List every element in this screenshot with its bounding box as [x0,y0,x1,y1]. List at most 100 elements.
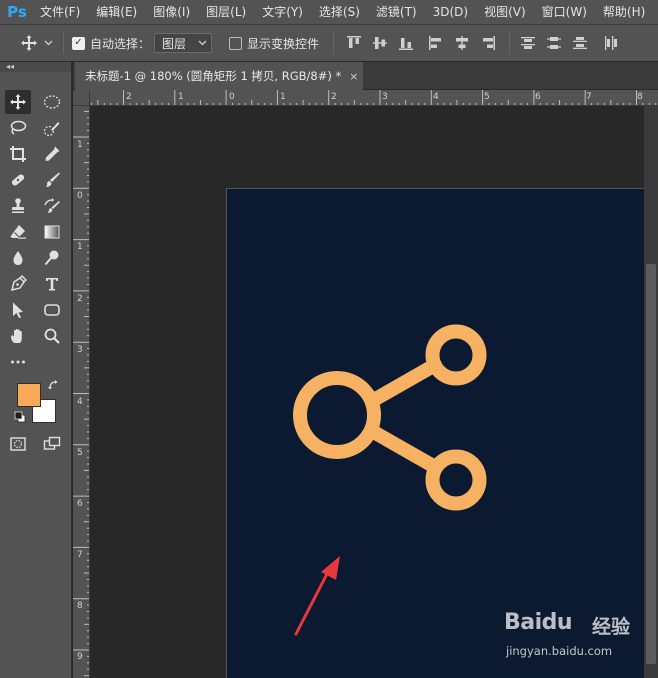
lasso-tool-button[interactable] [5,116,31,140]
auto-select-checkbox[interactable]: ✓ [72,36,85,50]
options-bar: ✓ 自动选择： 图层 显示变换控件 [0,24,658,62]
water-drop-icon [13,251,23,265]
dodge-tool-button[interactable] [39,246,65,270]
auto-select-label: 自动选择： [90,36,151,51]
blur-tool-button[interactable] [5,246,31,270]
screen-mode-button[interactable] [39,432,65,456]
document-tab[interactable]: 未标题-1 @ 180% (圆角矩形 1 拷贝, RGB/8#) * × [75,62,363,90]
ruler-origin[interactable] [73,90,90,106]
ruler-v-label: 1 [77,140,83,150]
ruler-v-label: 5 [77,448,83,458]
annotation-arrow-icon [294,556,340,636]
distribute-top-edges-icon[interactable] [520,35,536,51]
hand-icon [11,329,22,343]
ruler-h-label: 4 [433,92,439,102]
menu-filter[interactable]: 滤镜(T) [368,0,425,24]
auto-select-target-dropdown[interactable]: 图层 [154,33,213,53]
chevron-down-icon [198,40,207,46]
gradient-icon [44,225,60,239]
baidu-watermark: Baidu 经验 jingyan.baidu.com [504,608,654,668]
lasso-icon [10,120,27,135]
menu-layer[interactable]: 图层(L) [198,0,254,24]
quick-mask-button[interactable] [5,432,31,456]
close-icon[interactable]: × [349,70,358,83]
quick-mask-icon [10,437,26,451]
eraser-icon [10,225,26,239]
ruler-h-label: 0 [229,92,235,102]
horizontal-ruler[interactable]: 2 1 0 1 2 3 4 5 6 7 8 [90,90,658,106]
ellipse-marquee-icon [43,95,61,109]
hand-tool-button[interactable] [5,324,31,348]
tool-preset-chevron-down-icon[interactable] [44,40,53,46]
eraser-tool-button[interactable] [5,220,31,244]
pen-tool-button[interactable] [5,272,31,296]
align-top-edges-icon[interactable] [346,35,362,51]
elliptical-marquee-tool-button[interactable] [39,90,65,114]
move-tool-icon[interactable] [20,34,38,52]
ruler-v-label: 4 [77,397,83,407]
menu-edit[interactable]: 编辑(E) [88,0,145,24]
history-brush-icon [44,198,60,213]
screen-mode-icon [43,436,61,450]
eyedropper-tool-button[interactable] [39,142,65,166]
watermark-brand: Baidu [504,610,573,635]
align-vertical-centers-icon[interactable] [372,35,388,51]
menu-type[interactable]: 文字(Y) [254,0,311,24]
edit-toolbar-button[interactable] [5,350,31,374]
gradient-tool-button[interactable] [39,220,65,244]
move-icon [10,94,26,110]
align-left-edges-icon[interactable] [428,35,444,51]
canvas-workspace[interactable] [90,106,644,678]
cursor-arrow-icon [13,302,23,318]
options-divider [63,32,64,54]
menu-bar: Ps 文件(F) 编辑(E) 图像(I) 图层(L) 文字(Y) 选择(S) 滤… [0,0,658,24]
show-transform-label: 显示变换控件 [247,36,320,51]
menu-image[interactable]: 图像(I) [145,0,198,24]
history-brush-tool-button[interactable] [39,194,65,218]
spot-healing-brush-tool-button[interactable] [5,168,31,192]
menu-3d[interactable]: 3D(D) [425,0,476,24]
ruler-v-label: 8 [77,601,83,611]
options-divider [333,32,335,54]
pen-icon [10,275,27,292]
clone-stamp-tool-button[interactable] [5,194,31,218]
collapse-panel-icon[interactable]: ◂◂ [0,62,71,72]
type-tool-button[interactable] [39,272,65,296]
path-selection-tool-button[interactable] [5,298,31,322]
scrollbar-thumb[interactable] [646,264,656,664]
vertical-ruler[interactable]: 1 0 1 2 3 4 5 6 7 8 9 [73,106,90,678]
menu-select[interactable]: 选择(S) [311,0,368,24]
ruler-h-label: 6 [535,92,541,102]
ruler-v-label: 3 [77,345,83,355]
ruler-h-label: 7 [586,92,592,102]
align-horizontal-centers-icon[interactable] [454,35,470,51]
quick-selection-tool-button[interactable] [39,116,65,140]
foreground-color-swatch[interactable] [17,383,41,407]
vertical-scrollbar[interactable] [644,106,658,678]
quick-selection-icon [43,122,60,137]
menu-window[interactable]: 窗口(W) [534,0,595,24]
swap-colors-icon[interactable] [48,379,60,391]
distribute-vertical-centers-icon[interactable] [546,35,562,51]
rounded-rectangle-tool-button[interactable] [39,298,65,322]
dodge-icon [44,250,59,266]
eyedropper-icon [45,146,60,161]
menu-file[interactable]: 文件(F) [32,0,88,24]
crop-tool-button[interactable] [5,142,31,166]
distribute-left-edges-icon[interactable] [603,35,619,51]
brush-tool-button[interactable] [39,168,65,192]
default-colors-icon[interactable] [14,411,26,423]
brush-icon [46,172,60,187]
show-transform-checkbox[interactable] [229,36,243,50]
distribute-bottom-edges-icon[interactable] [572,35,588,51]
type-icon [46,278,58,291]
horizontal-ruler-ticks [90,90,657,105]
align-bottom-edges-icon[interactable] [398,35,414,51]
align-right-edges-icon[interactable] [480,35,496,51]
zoom-tool-button[interactable] [39,324,65,348]
menu-view[interactable]: 视图(V) [476,0,534,24]
menu-help[interactable]: 帮助(H) [595,0,653,24]
bandage-icon [11,174,25,186]
move-tool-button[interactable] [5,90,31,114]
rounded-rectangle-icon [44,304,60,316]
